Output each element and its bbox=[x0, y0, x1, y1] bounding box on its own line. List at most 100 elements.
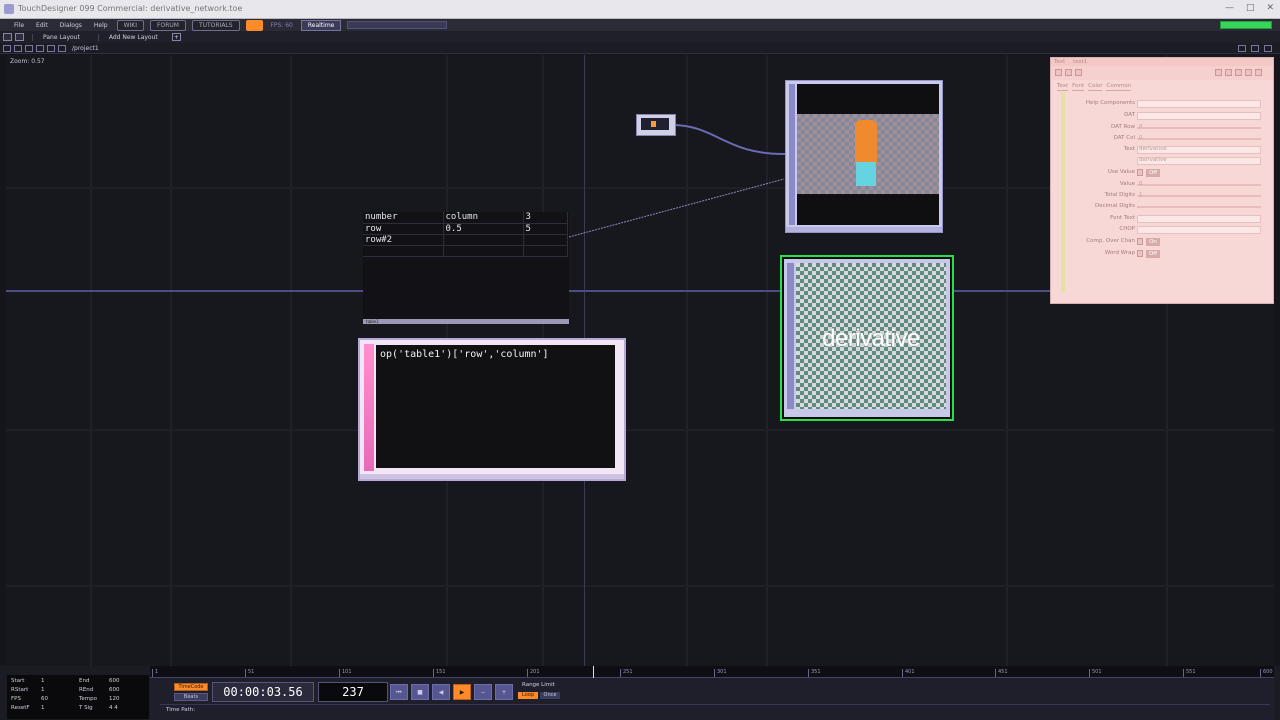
menu-edit[interactable]: Edit bbox=[30, 22, 54, 29]
param-toggle-box[interactable] bbox=[1137, 169, 1143, 176]
info-label: T Sig bbox=[79, 705, 93, 711]
loop-button[interactable]: Loop bbox=[518, 692, 538, 699]
refresh-icon[interactable] bbox=[1225, 69, 1232, 76]
param-field[interactable] bbox=[1137, 215, 1261, 223]
param-value[interactable]: 0 bbox=[1139, 124, 1143, 130]
menu-help[interactable]: Help bbox=[88, 22, 114, 29]
star-icon[interactable] bbox=[47, 44, 55, 52]
stop-icon[interactable]: ■ bbox=[411, 684, 429, 700]
info-value[interactable]: 4 4 bbox=[109, 705, 118, 711]
param-value[interactable]: 0 bbox=[1139, 181, 1143, 187]
param-field[interactable] bbox=[1137, 226, 1261, 234]
up-icon[interactable] bbox=[25, 44, 33, 52]
param-slider[interactable] bbox=[1137, 138, 1261, 140]
table-row bbox=[363, 245, 568, 257]
tab-color[interactable]: Color bbox=[1088, 83, 1103, 91]
minimize-icon[interactable]: — bbox=[1225, 3, 1234, 13]
play-forward-icon[interactable]: ▶ bbox=[453, 684, 471, 700]
folder-icon[interactable] bbox=[1065, 69, 1072, 76]
param-slider[interactable] bbox=[1137, 127, 1261, 129]
step-forward-icon[interactable]: + bbox=[495, 684, 513, 700]
gear-icon[interactable] bbox=[1235, 69, 1242, 76]
maximize-icon[interactable]: □ bbox=[1246, 3, 1255, 13]
add-layout-label[interactable]: Add New Layout bbox=[97, 33, 168, 41]
text-dat-node[interactable]: op('table1')['row','column'] bbox=[358, 338, 626, 481]
help-icon[interactable] bbox=[1055, 69, 1062, 76]
menu-file[interactable]: File bbox=[8, 22, 30, 29]
info-value[interactable]: 600 bbox=[109, 687, 120, 693]
param-toggle[interactable]: Off bbox=[1146, 169, 1160, 177]
menu-dialogs[interactable]: Dialogs bbox=[54, 22, 88, 29]
close-icon[interactable]: ✕ bbox=[1266, 3, 1274, 13]
info-icon[interactable] bbox=[1075, 69, 1082, 76]
info-value[interactable]: 600 bbox=[109, 678, 120, 684]
info-value[interactable]: 1 bbox=[41, 678, 45, 684]
step-back-icon[interactable]: − bbox=[474, 684, 492, 700]
param-toggle-box[interactable] bbox=[1137, 238, 1143, 245]
tab-common[interactable]: Common bbox=[1106, 83, 1132, 91]
realtime-toggle[interactable]: Realtime bbox=[300, 19, 342, 31]
param-toggle-box[interactable] bbox=[1137, 250, 1143, 257]
forward-icon[interactable] bbox=[14, 44, 22, 52]
param-value[interactable]: 0 bbox=[1139, 135, 1143, 141]
info-value[interactable]: 1 bbox=[41, 705, 45, 711]
info-value[interactable]: 1 bbox=[41, 687, 45, 693]
node-label-bar[interactable] bbox=[786, 227, 942, 232]
param-field[interactable] bbox=[1137, 100, 1261, 108]
node-label-bar[interactable] bbox=[360, 474, 624, 479]
toggle-panel-icon[interactable] bbox=[1238, 45, 1246, 52]
table-dat-node[interactable]: number column 3 row 0.5 5 row#2 table1 bbox=[363, 212, 569, 324]
param-op-name[interactable]: text1 bbox=[1073, 59, 1087, 65]
file-path-field[interactable] bbox=[347, 21, 448, 29]
info-value[interactable]: 120 bbox=[109, 696, 120, 702]
play-backward-icon[interactable]: ◀ bbox=[432, 684, 450, 700]
wrench-icon[interactable] bbox=[1255, 69, 1262, 76]
split-view-icon[interactable] bbox=[1251, 45, 1259, 52]
info-value[interactable]: 60 bbox=[41, 696, 48, 702]
search-icon[interactable] bbox=[58, 44, 66, 52]
frame-display[interactable]: 237 bbox=[318, 682, 388, 702]
tutorials-button[interactable]: TUTORIALS bbox=[191, 19, 240, 31]
node-label-bar[interactable] bbox=[363, 319, 569, 324]
plus-icon[interactable] bbox=[1245, 69, 1252, 76]
text-top-frame: derivative bbox=[784, 259, 950, 417]
tab-font[interactable]: Font bbox=[1072, 83, 1085, 91]
home-icon[interactable] bbox=[36, 44, 44, 52]
node-name: table1 bbox=[366, 319, 379, 324]
param-slider[interactable] bbox=[1137, 195, 1261, 197]
constant-node[interactable] bbox=[636, 114, 676, 136]
rewind-icon[interactable]: ⏮ bbox=[390, 684, 408, 700]
param-tabs: Text Font Color Common bbox=[1051, 83, 1273, 91]
back-icon[interactable] bbox=[3, 44, 11, 52]
maximize-pane-icon[interactable] bbox=[1264, 45, 1272, 52]
param-value[interactable]: derivative bbox=[1139, 157, 1167, 163]
timecode-button[interactable]: TimeCode bbox=[174, 683, 208, 691]
param-toggle[interactable]: Off bbox=[1146, 250, 1160, 258]
network-path[interactable]: /project1 bbox=[72, 45, 99, 52]
movie-top-node[interactable] bbox=[785, 80, 943, 233]
pane-grid-icon[interactable] bbox=[15, 33, 24, 41]
timecode-display[interactable]: 00:00:03.56 bbox=[212, 682, 314, 702]
tab-text[interactable]: Text bbox=[1057, 83, 1069, 91]
add-layout-plus-icon[interactable]: + bbox=[171, 33, 181, 41]
playhead[interactable] bbox=[593, 666, 594, 678]
pane-layout-label[interactable]: Pane Layout bbox=[32, 33, 90, 41]
param-value[interactable]: derivative bbox=[1139, 146, 1167, 152]
pane-split-icon[interactable] bbox=[3, 33, 12, 41]
param-slider[interactable] bbox=[1137, 184, 1261, 186]
param-field[interactable] bbox=[1137, 112, 1261, 120]
param-toggle[interactable]: On bbox=[1146, 238, 1160, 246]
param-slider[interactable] bbox=[1137, 206, 1261, 208]
text-dat-editor[interactable]: op('table1')['row','column'] bbox=[376, 345, 615, 468]
forum-button[interactable]: FORUM bbox=[150, 19, 186, 31]
param-row: Value 0 bbox=[1051, 181, 1273, 190]
beats-button[interactable]: Beats bbox=[174, 693, 208, 701]
wiki-button[interactable]: WIKI bbox=[116, 19, 145, 31]
once-button[interactable]: Once bbox=[540, 692, 560, 699]
text-top-node[interactable]: derivative bbox=[780, 255, 954, 421]
ruler-tick: 501 bbox=[1089, 669, 1102, 677]
timeline-ruler[interactable]: 1 51 101 151 201 251 301 351 401 451 501… bbox=[150, 666, 1274, 678]
grid-toggle-button[interactable] bbox=[245, 19, 264, 31]
param-value[interactable]: 1 bbox=[1139, 192, 1143, 198]
expand-icon[interactable] bbox=[1215, 69, 1222, 76]
